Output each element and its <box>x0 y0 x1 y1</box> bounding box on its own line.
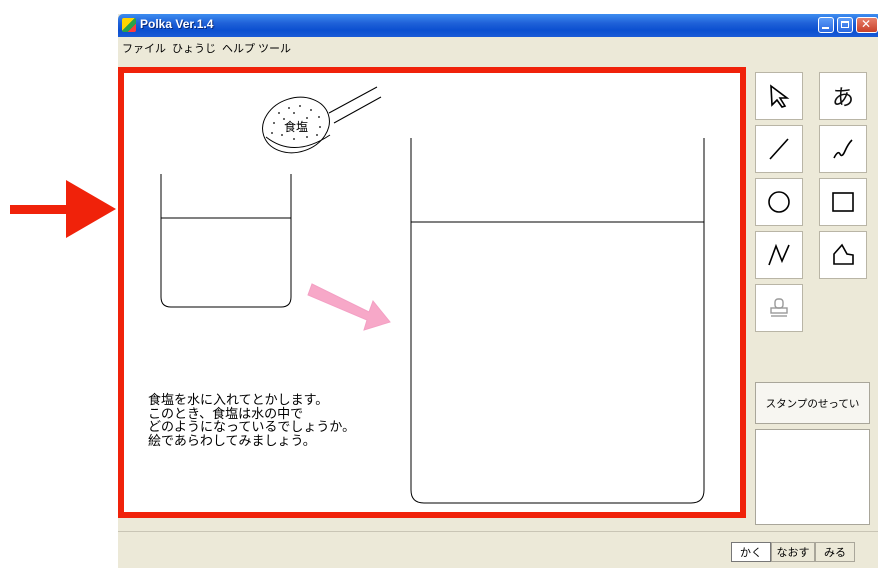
line-icon <box>769 138 789 160</box>
menu-view[interactable]: ひょうじ <box>172 40 216 56</box>
menu-file[interactable]: ファイル <box>122 40 166 56</box>
circle-icon <box>768 191 790 213</box>
tab-fix[interactable]: なおす <box>771 542 815 562</box>
text-tool-icon: あ <box>831 86 854 111</box>
tab-view[interactable]: みる <box>815 542 855 562</box>
menu-help[interactable]: ヘルプ <box>222 40 255 56</box>
window-title: Polka Ver.1.4 <box>140 17 214 31</box>
pink-arrow-icon <box>307 283 391 331</box>
freehand-tool-button[interactable] <box>819 125 867 173</box>
instruction-line: 食塩を水に入れてとかします。 <box>148 393 329 408</box>
rectangle-icon <box>832 192 854 212</box>
line-tool-button[interactable] <box>755 125 803 173</box>
maximize-button[interactable] <box>837 17 853 33</box>
instruction-line: このとき、食塩は水の中で <box>148 406 304 422</box>
minimize-button[interactable] <box>818 17 834 33</box>
instruction-line: 絵であらわしてみましょう。 <box>148 433 316 449</box>
polyline-icon <box>768 243 790 266</box>
freehand-icon <box>833 139 853 159</box>
polygon-tool-button[interactable] <box>819 231 867 279</box>
salt-spoon-icon <box>262 86 382 154</box>
select-arrow-icon <box>770 84 790 108</box>
drawing-canvas[interactable]: 食塩 食塩を水に入れてとかします。 このとき、食塩は水の中で どのようになってい… <box>118 67 746 518</box>
menu-tools[interactable]: ツール <box>258 40 291 56</box>
small-beaker-icon <box>160 174 292 308</box>
large-beaker-icon <box>410 138 705 504</box>
salt-label: 食塩 <box>284 119 308 134</box>
close-button[interactable] <box>856 17 878 33</box>
stamp-preview <box>755 429 870 525</box>
stamp-settings-button[interactable]: スタンプのせってい <box>755 382 870 424</box>
polygon-icon <box>833 243 854 265</box>
stamp-icon <box>770 298 788 317</box>
tab-draw[interactable]: かく <box>731 542 771 562</box>
text-tool-button[interactable]: あ <box>819 72 867 120</box>
tool-panel: あ スタンプのせってい <box>750 72 878 532</box>
title-bar[interactable]: Polka Ver.1.4 <box>118 14 878 37</box>
app-icon <box>122 18 136 32</box>
menu-bar: ファイル ひょうじ ヘルプ ツール <box>118 37 878 56</box>
polyline-tool-button[interactable] <box>755 231 803 279</box>
instruction-line: どのようになっているでしょうか。 <box>148 420 356 435</box>
status-bar: かく なおす みる <box>118 531 878 568</box>
instruction-text: 食塩を水に入れてとかします。 このとき、食塩は水の中で どのようになっているでし… <box>148 394 355 448</box>
circle-tool-button[interactable] <box>755 178 803 226</box>
select-tool-button[interactable] <box>755 72 803 120</box>
app-window: Polka Ver.1.4 ファイル ひょうじ ヘルプ ツール <box>118 14 878 568</box>
annotation-arrow-icon <box>10 180 116 238</box>
stamp-tool-button[interactable] <box>755 284 803 332</box>
rectangle-tool-button[interactable] <box>819 178 867 226</box>
